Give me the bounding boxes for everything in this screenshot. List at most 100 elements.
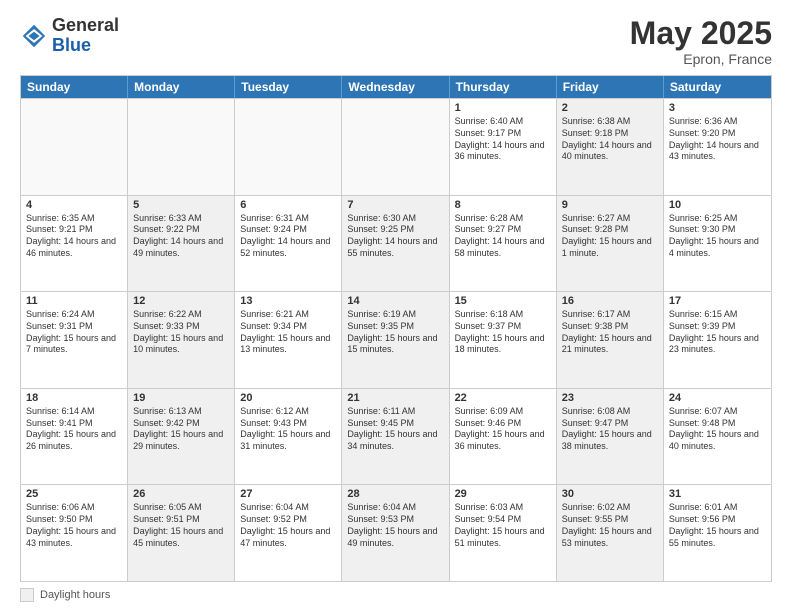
cal-cell-4-0: 25 Sunrise: 6:06 AM Sunset: 9:50 PM Dayli…: [21, 485, 128, 581]
header-sunday: Sunday: [21, 76, 128, 98]
day-number: 1: [455, 102, 551, 114]
cal-cell-2-4: 15Sunrise: 6:18 AM Sunset: 9:37 PM Dayli…: [450, 292, 557, 388]
cal-cell-3-6: 24 Sunrise: 6:07 AM Sunset: 9:48 PM Dayli…: [664, 389, 771, 485]
day-number: 2: [562, 102, 658, 114]
logo-icon: [20, 22, 48, 50]
cal-cell-4-2: 27 Sunrise: 6:04 AM Sunset: 9:52 PM Dayli…: [235, 485, 342, 581]
cal-cell-1-3: 7 Sunrise: 6:30 AM Sunset: 9:25 PM Daylig…: [342, 196, 449, 292]
day-number: 19: [133, 392, 229, 404]
cell-text: Sunrise: 6:01 AM Sunset: 9:56 PM Dayligh…: [669, 502, 766, 549]
day-number: 24: [669, 392, 766, 404]
page: General Blue May 2025 Epron, France Sund…: [0, 0, 792, 612]
cell-text: Sunrise: 6:33 AM Sunset: 9:22 PM Dayligh…: [133, 213, 229, 260]
day-number: 14: [347, 295, 443, 307]
day-number: 4: [26, 199, 122, 211]
cal-cell-0-4: 1 Sunrise: 6:40 AM Sunset: 9:17 PM Daylig…: [450, 99, 557, 195]
day-number: 9: [562, 199, 658, 211]
day-number: 12: [133, 295, 229, 307]
cal-cell-0-5: 2Sunrise: 6:38 AM Sunset: 9:18 PM Daylig…: [557, 99, 664, 195]
cell-text: Sunrise: 6:08 AM Sunset: 9:47 PM Dayligh…: [562, 406, 658, 453]
cal-cell-4-5: 30 Sunrise: 6:02 AM Sunset: 9:55 PM Dayli…: [557, 485, 664, 581]
day-number: 15: [455, 295, 551, 307]
cal-cell-1-0: 4 Sunrise: 6:35 AM Sunset: 9:21 PM Daylig…: [21, 196, 128, 292]
month-title: May 2025: [630, 16, 772, 51]
cal-cell-3-3: 21Sunrise: 6:11 AM Sunset: 9:45 PM Dayli…: [342, 389, 449, 485]
cell-text: Sunrise: 6:19 AM Sunset: 9:35 PM Dayligh…: [347, 309, 443, 356]
cell-text: Sunrise: 6:07 AM Sunset: 9:48 PM Dayligh…: [669, 406, 766, 453]
cal-cell-0-2: [235, 99, 342, 195]
header-thursday: Thursday: [450, 76, 557, 98]
cell-text: Sunrise: 6:17 AM Sunset: 9:38 PM Dayligh…: [562, 309, 658, 356]
cal-cell-2-5: 16Sunrise: 6:17 AM Sunset: 9:38 PM Dayli…: [557, 292, 664, 388]
day-number: 25: [26, 488, 122, 500]
cal-cell-4-6: 31Sunrise: 6:01 AM Sunset: 9:56 PM Dayli…: [664, 485, 771, 581]
cal-cell-3-5: 23Sunrise: 6:08 AM Sunset: 9:47 PM Dayli…: [557, 389, 664, 485]
cell-text: Sunrise: 6:14 AM Sunset: 9:41 PM Dayligh…: [26, 406, 122, 453]
day-number: 13: [240, 295, 336, 307]
week-row-2: 4 Sunrise: 6:35 AM Sunset: 9:21 PM Daylig…: [21, 195, 771, 292]
cell-text: Sunrise: 6:04 AM Sunset: 9:52 PM Dayligh…: [240, 502, 336, 549]
day-number: 29: [455, 488, 551, 500]
week-row-4: 18 Sunrise: 6:14 AM Sunset: 9:41 PM Dayli…: [21, 388, 771, 485]
cal-cell-1-1: 5Sunrise: 6:33 AM Sunset: 9:22 PM Daylig…: [128, 196, 235, 292]
week-row-3: 11 Sunrise: 6:24 AM Sunset: 9:31 PM Dayli…: [21, 291, 771, 388]
cal-cell-1-2: 6Sunrise: 6:31 AM Sunset: 9:24 PM Daylig…: [235, 196, 342, 292]
day-number: 27: [240, 488, 336, 500]
cal-cell-3-2: 20 Sunrise: 6:12 AM Sunset: 9:43 PM Dayli…: [235, 389, 342, 485]
legend-label: Daylight hours: [40, 589, 110, 601]
cell-text: Sunrise: 6:15 AM Sunset: 9:39 PM Dayligh…: [669, 309, 766, 356]
header-wednesday: Wednesday: [342, 76, 449, 98]
calendar-body: 1 Sunrise: 6:40 AM Sunset: 9:17 PM Daylig…: [21, 98, 771, 581]
day-number: 26: [133, 488, 229, 500]
title-block: May 2025 Epron, France: [630, 16, 772, 67]
week-row-5: 25 Sunrise: 6:06 AM Sunset: 9:50 PM Dayli…: [21, 484, 771, 581]
cell-text: Sunrise: 6:13 AM Sunset: 9:42 PM Dayligh…: [133, 406, 229, 453]
cal-cell-2-0: 11 Sunrise: 6:24 AM Sunset: 9:31 PM Dayli…: [21, 292, 128, 388]
cal-cell-4-1: 26 Sunrise: 6:05 AM Sunset: 9:51 PM Dayli…: [128, 485, 235, 581]
cell-text: Sunrise: 6:30 AM Sunset: 9:25 PM Dayligh…: [347, 213, 443, 260]
cell-text: Sunrise: 6:24 AM Sunset: 9:31 PM Dayligh…: [26, 309, 122, 356]
cell-text: Sunrise: 6:40 AM Sunset: 9:17 PM Dayligh…: [455, 116, 551, 163]
day-number: 11: [26, 295, 122, 307]
day-number: 7: [347, 199, 443, 211]
day-number: 28: [347, 488, 443, 500]
cal-cell-1-6: 10Sunrise: 6:25 AM Sunset: 9:30 PM Dayli…: [664, 196, 771, 292]
day-number: 18: [26, 392, 122, 404]
day-number: 30: [562, 488, 658, 500]
day-number: 10: [669, 199, 766, 211]
cal-cell-1-4: 8Sunrise: 6:28 AM Sunset: 9:27 PM Daylig…: [450, 196, 557, 292]
cell-text: Sunrise: 6:02 AM Sunset: 9:55 PM Dayligh…: [562, 502, 658, 549]
cell-text: Sunrise: 6:35 AM Sunset: 9:21 PM Dayligh…: [26, 213, 122, 260]
day-number: 20: [240, 392, 336, 404]
day-number: 3: [669, 102, 766, 114]
cal-cell-3-0: 18 Sunrise: 6:14 AM Sunset: 9:41 PM Dayli…: [21, 389, 128, 485]
logo-general: General: [52, 15, 119, 35]
logo-blue: Blue: [52, 35, 91, 55]
cell-text: Sunrise: 6:21 AM Sunset: 9:34 PM Dayligh…: [240, 309, 336, 356]
cell-text: Sunrise: 6:36 AM Sunset: 9:20 PM Dayligh…: [669, 116, 766, 163]
location: Epron, France: [630, 51, 772, 67]
cal-cell-0-3: [342, 99, 449, 195]
cell-text: Sunrise: 6:06 AM Sunset: 9:50 PM Dayligh…: [26, 502, 122, 549]
logo-text: General Blue: [52, 16, 119, 56]
day-number: 6: [240, 199, 336, 211]
day-number: 17: [669, 295, 766, 307]
cell-text: Sunrise: 6:09 AM Sunset: 9:46 PM Dayligh…: [455, 406, 551, 453]
header-tuesday: Tuesday: [235, 76, 342, 98]
cell-text: Sunrise: 6:12 AM Sunset: 9:43 PM Dayligh…: [240, 406, 336, 453]
cell-text: Sunrise: 6:04 AM Sunset: 9:53 PM Dayligh…: [347, 502, 443, 549]
cell-text: Sunrise: 6:05 AM Sunset: 9:51 PM Dayligh…: [133, 502, 229, 549]
cell-text: Sunrise: 6:22 AM Sunset: 9:33 PM Dayligh…: [133, 309, 229, 356]
calendar-header: SundayMondayTuesdayWednesdayThursdayFrid…: [21, 76, 771, 98]
header-monday: Monday: [128, 76, 235, 98]
cal-cell-4-4: 29Sunrise: 6:03 AM Sunset: 9:54 PM Dayli…: [450, 485, 557, 581]
cell-text: Sunrise: 6:11 AM Sunset: 9:45 PM Dayligh…: [347, 406, 443, 453]
cal-cell-0-6: 3 Sunrise: 6:36 AM Sunset: 9:20 PM Daylig…: [664, 99, 771, 195]
legend-box: [20, 588, 34, 602]
cal-cell-2-2: 13 Sunrise: 6:21 AM Sunset: 9:34 PM Dayli…: [235, 292, 342, 388]
header-saturday: Saturday: [664, 76, 771, 98]
cal-cell-3-1: 19 Sunrise: 6:13 AM Sunset: 9:42 PM Dayli…: [128, 389, 235, 485]
cal-cell-0-0: [21, 99, 128, 195]
cell-text: Sunrise: 6:28 AM Sunset: 9:27 PM Dayligh…: [455, 213, 551, 260]
cell-text: Sunrise: 6:27 AM Sunset: 9:28 PM Dayligh…: [562, 213, 658, 260]
